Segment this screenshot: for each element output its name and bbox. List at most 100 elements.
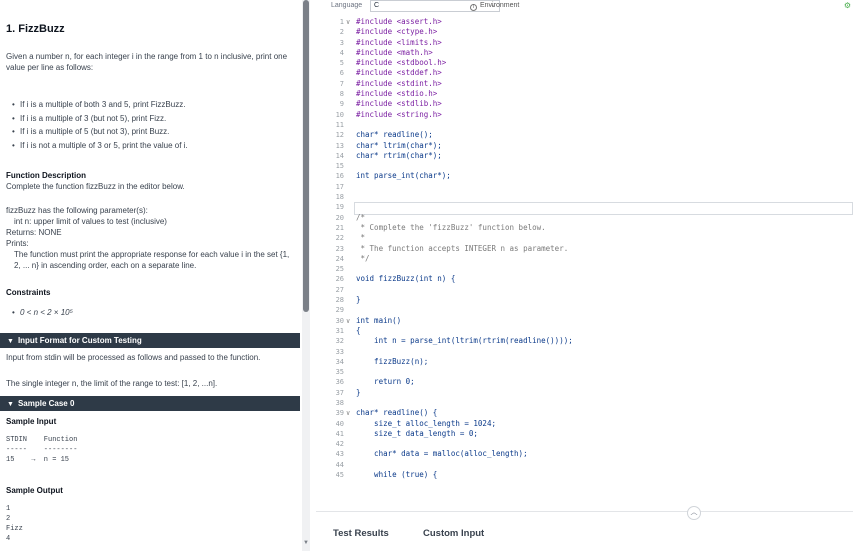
code-text: */ — [356, 253, 370, 263]
line-number: 7 — [339, 79, 344, 88]
code-line[interactable]: 43 char* data = malloc(alloc_length); — [316, 449, 853, 459]
fold-chevron-icon[interactable]: ∨ — [346, 408, 350, 418]
line-number: 20 — [335, 213, 344, 222]
input-format-toggle[interactable]: ▼ Input Format for Custom Testing — [0, 332, 300, 348]
code-line[interactable]: 4 #include <math.h> — [316, 48, 853, 58]
code-line[interactable]: 1 ∨ #include <assert.h> — [316, 17, 853, 27]
code-line[interactable]: 34 fizzBuzz(n); — [316, 357, 853, 367]
code-line[interactable]: 28} — [316, 295, 853, 305]
code-text: /* — [356, 212, 366, 222]
code-line[interactable]: 25 — [316, 264, 853, 274]
code-line[interactable]: 24 */ — [316, 254, 853, 264]
line-number: 18 — [335, 193, 344, 202]
code-line[interactable]: 3 #include <limits.h> — [316, 38, 853, 48]
code-line[interactable]: 27 — [316, 285, 853, 295]
line-number: 13 — [335, 141, 344, 150]
code-line[interactable]: 23 * The function accepts INTEGER n as p… — [316, 244, 853, 254]
scrollbar-thumb[interactable] — [303, 0, 309, 312]
caret-down-icon: ▼ — [7, 337, 14, 345]
sample-output-block: 1 2 Fizz 4 — [6, 504, 23, 543]
environment-link[interactable]: i Environment — [470, 2, 519, 11]
code-line[interactable]: 26 void fizzBuzz(int n) { — [316, 274, 853, 284]
code-line[interactable]: 32 int n = parse_int(ltrim(rtrim(readlin… — [316, 336, 853, 346]
rule-item: If i is a multiple of 5 (but not 3), pri… — [12, 126, 294, 137]
line-number: 38 — [335, 398, 344, 407]
code-text: char* rtrim(char*); — [356, 150, 442, 160]
code-line[interactable]: 37} — [316, 388, 853, 398]
code-line[interactable]: 18 — [316, 192, 853, 202]
code-line[interactable]: 15 — [316, 161, 853, 171]
scroll-down-arrow-icon[interactable]: ▼ — [302, 540, 310, 550]
returns-text: Returns: NONE — [6, 227, 62, 237]
language-label: Language — [331, 2, 363, 9]
code-line[interactable]: 11 — [316, 120, 853, 130]
code-line[interactable]: 10 #include <string.h> — [316, 110, 853, 120]
code-line[interactable]: 20 /* — [316, 213, 853, 223]
problem-title: 1. FizzBuzz — [6, 23, 65, 35]
code-line[interactable]: 13 char* ltrim(char*); — [316, 141, 853, 151]
code-line[interactable]: 36 return 0; — [316, 377, 853, 387]
line-number: 21 — [335, 223, 344, 232]
code-text: * Complete the 'fizzBuzz' function below… — [356, 222, 546, 232]
fold-chevron-icon[interactable]: ∨ — [346, 17, 350, 27]
line-number: 8 — [339, 90, 344, 99]
code-line[interactable]: 35 — [316, 367, 853, 377]
code-line[interactable]: 19 — [316, 202, 853, 216]
sample-input-block: STDIN Function ----- -------- 15 → n = 1… — [6, 435, 78, 464]
code-line[interactable]: 22 * — [316, 233, 853, 243]
line-number: 41 — [335, 429, 344, 438]
code-line[interactable]: 29 — [316, 305, 853, 315]
code-line[interactable]: 2 #include <ctype.h> — [316, 27, 853, 37]
sample-case-toggle[interactable]: ▼ Sample Case 0 — [0, 395, 300, 411]
line-number: 30 — [335, 316, 344, 325]
parameter-text: int n: upper limit of values to test (in… — [14, 216, 167, 226]
code-line[interactable]: 33 — [316, 347, 853, 357]
code-area[interactable]: 1 ∨ #include <assert.h> 2 #include <ctype.h>… — [316, 17, 853, 480]
line-number: 15 — [335, 162, 344, 171]
code-text: int parse_int(char*); — [356, 171, 451, 181]
input-format-label: Input Format for Custom Testing — [17, 335, 142, 345]
code-line[interactable]: 7 #include <stdint.h> — [316, 79, 853, 89]
line-number: 32 — [335, 337, 344, 346]
code-line[interactable]: 41 size_t data_length = 0; — [316, 429, 853, 439]
code-line[interactable]: 45 while (true) { — [316, 470, 853, 480]
problem-intro: Given a number n, for each integer i in … — [6, 52, 288, 72]
info-icon: i — [470, 4, 477, 11]
code-editor[interactable]: Language C ⌄ i Environment ⚙ 1 ∨ #include <… — [316, 0, 853, 511]
tab-test-results[interactable]: Test Results — [333, 528, 389, 539]
line-number: 33 — [335, 347, 344, 356]
code-line[interactable]: 40 size_t alloc_length = 1024; — [316, 419, 853, 429]
code-line[interactable]: 5 #include <stdbool.h> — [316, 58, 853, 68]
code-line[interactable]: 17 — [316, 182, 853, 192]
code-line[interactable]: 12 char* readline(); — [316, 130, 853, 140]
chevron-up-icon[interactable]: ︿ — [687, 506, 701, 520]
app-window: 1. FizzBuzz Given a number n, for each i… — [0, 0, 853, 551]
code-line[interactable]: 6 #include <stddef.h> — [316, 68, 853, 78]
line-number: 40 — [335, 419, 344, 428]
code-line[interactable]: 8 #include <stdio.h> — [316, 89, 853, 99]
code-line[interactable]: 21 * Complete the 'fizzBuzz' function be… — [316, 223, 853, 233]
fold-chevron-icon[interactable]: ∨ — [346, 316, 350, 326]
code-text: #include <stdbool.h> — [356, 58, 447, 68]
code-line[interactable]: 44 — [316, 460, 853, 470]
code-text: #include <ctype.h> — [356, 27, 438, 37]
rules-list: If i is a multiple of both 3 and 5, prin… — [12, 99, 294, 151]
line-number: 16 — [335, 172, 344, 181]
code-line[interactable]: 14 char* rtrim(char*); — [316, 151, 853, 161]
prints-heading: Prints: — [6, 238, 29, 248]
language-value: C — [374, 2, 380, 9]
tab-custom-input[interactable]: Custom Input — [423, 528, 484, 539]
code-text: * — [356, 233, 366, 243]
code-line[interactable]: 38 — [316, 398, 853, 408]
code-line[interactable]: 9 #include <stdlib.h> — [316, 99, 853, 109]
settings-icon[interactable]: ⚙ — [844, 1, 851, 10]
code-line[interactable]: 30 ∨ int main() — [316, 316, 853, 326]
line-number: 5 — [339, 59, 344, 68]
code-line[interactable]: 42 — [316, 439, 853, 449]
code-line[interactable]: 31 { — [316, 326, 853, 336]
line-number: 1 — [339, 18, 344, 26]
rule-item: If i is a multiple of both 3 and 5, prin… — [12, 99, 294, 110]
code-line[interactable]: 39 ∨ char* readline() { — [316, 408, 853, 418]
code-line[interactable]: 16 int parse_int(char*); — [316, 171, 853, 181]
line-number: 35 — [335, 368, 344, 377]
